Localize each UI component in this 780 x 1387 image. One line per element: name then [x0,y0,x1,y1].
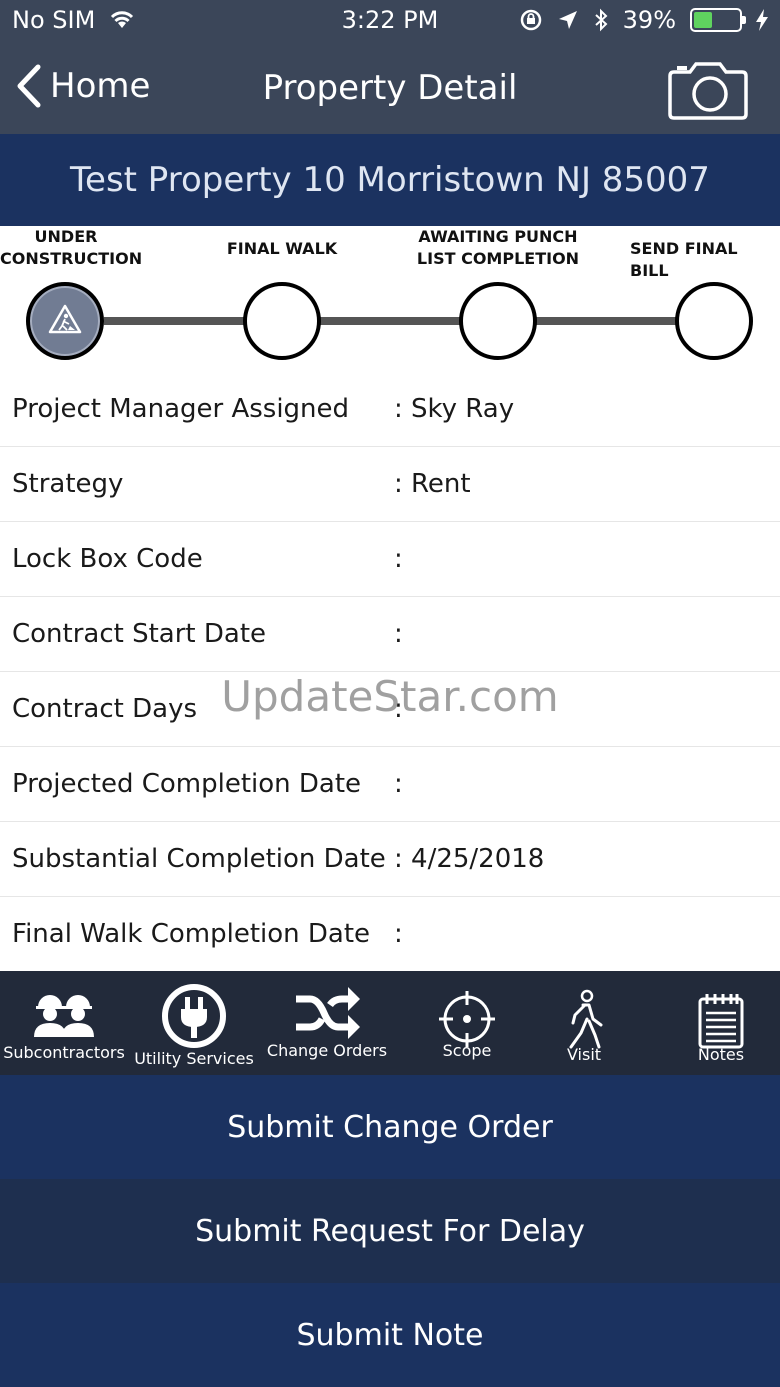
submit-request-for-delay-button[interactable]: Submit Request For Delay [0,1179,780,1283]
tab-subcontractors[interactable]: Subcontractors [0,971,128,1075]
detail-row-lock-box-code: Lock Box Code : [0,522,780,597]
tab-visit[interactable]: Visit [534,971,634,1075]
tab-label: Utility Services [134,1049,254,1068]
step-label-under-construction: UNDER CONSTRUCTION [0,227,143,268]
step-label-send-final-bill: SEND FINAL BILL [630,239,738,280]
camera-icon[interactable] [668,56,748,120]
detail-row-substantial-completion-date: Substantial Completion Date : 4/25/2018 [0,822,780,897]
step-circle-send-final-bill[interactable] [675,282,753,360]
tab-label: Change Orders [266,1041,388,1060]
detail-row-contract-start-date: Contract Start Date : [0,597,780,672]
tab-label: Subcontractors [3,1043,125,1062]
crosshair-icon [439,991,495,1047]
workers-icon [34,995,94,1037]
tab-scope[interactable]: Scope [400,971,534,1075]
detail-row-project-manager: Project Manager Assigned : Sky Ray [0,372,780,447]
step-circle-under-construction[interactable] [26,282,104,360]
step-circle-final-walk[interactable] [243,282,321,360]
detail-row-strategy: Strategy : Rent [0,447,780,522]
step-circle-awaiting-punch[interactable] [459,282,537,360]
battery-icon [690,8,746,32]
property-title: Test Property 10 Morristown NJ 85007 [0,134,780,226]
plug-icon [162,984,226,1048]
notepad-icon [698,994,744,1049]
battery-percent: 39% [622,6,676,34]
shuffle-icon [296,987,360,1039]
detail-row-projected-completion-date: Projected Completion Date : [0,747,780,822]
tab-utility-services[interactable]: Utility Services [128,971,260,1075]
charging-bolt-icon [756,9,768,31]
bluetooth-icon [594,8,608,32]
construction-worker-icon [48,304,82,334]
tab-label: Notes [697,1045,745,1064]
tab-change-orders[interactable]: Change Orders [260,971,394,1075]
progress-stepper: UNDER CONSTRUCTION FINAL WALK AWAITING P… [0,226,780,372]
tab-label: Visit [566,1045,602,1064]
step-connector [104,317,244,325]
rotation-lock-icon [520,9,541,31]
tab-label: Scope [442,1041,492,1060]
page-title: Property Detail [262,68,518,108]
step-label-final-walk: FINAL WALK [226,239,338,258]
top-bar: No SIM 3:22 PM 39% Home Property Detail [0,0,780,134]
submit-change-order-button[interactable]: Submit Change Order [0,1075,780,1179]
tab-bar: Subcontractors Utility Services Change O… [0,971,780,1075]
detail-row-contract-days: Contract Days : [0,672,780,747]
location-arrow-icon [558,11,577,29]
submit-note-button[interactable]: Submit Note [0,1283,780,1387]
status-bar: No SIM 3:22 PM 39% [0,0,780,44]
step-label-awaiting-punch: AWAITING PUNCH LIST COMPLETION [416,227,580,268]
property-details-list: Project Manager Assigned : Sky Ray Strat… [0,372,780,972]
walking-person-icon [569,989,603,1049]
navigation-bar: Home Property Detail [0,44,780,134]
tab-notes[interactable]: Notes [666,971,776,1075]
step-connector [320,317,460,325]
detail-row-final-walk-completion-date: Final Walk Completion Date : [0,897,780,972]
step-connector [536,317,678,325]
